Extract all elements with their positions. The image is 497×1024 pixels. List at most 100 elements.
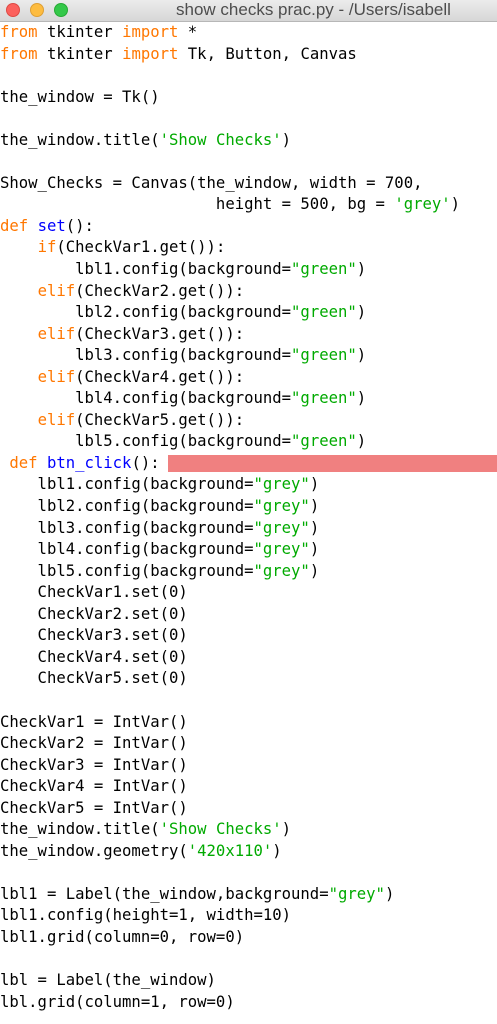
- code-token: ): [281, 130, 292, 149]
- code-line[interactable]: [0, 108, 497, 130]
- code-line[interactable]: CheckVar4.set(0): [0, 647, 497, 669]
- minimize-window-icon[interactable]: [30, 3, 44, 17]
- code-line[interactable]: lbl5.config(background="green"): [0, 431, 497, 453]
- code-token: (CheckVar1.get()):: [56, 238, 226, 257]
- code-token: the_window.title(: [0, 130, 160, 149]
- code-line[interactable]: CheckVar4 = IntVar(): [0, 776, 497, 798]
- code-line[interactable]: CheckVar1.set(0): [0, 582, 497, 604]
- maximize-window-icon[interactable]: [54, 3, 68, 17]
- code-token: "green": [291, 432, 357, 451]
- code-line[interactable]: lbl5.config(background="grey"): [0, 561, 497, 583]
- code-line[interactable]: [0, 949, 497, 971]
- code-token: lbl.grid(column=1, row=0): [0, 992, 235, 1011]
- code-line-text: lbl4.config(background="grey"): [0, 540, 320, 559]
- code-token: 'grey': [394, 195, 451, 214]
- code-line[interactable]: CheckVar2.set(0): [0, 604, 497, 626]
- code-line[interactable]: lbl.grid(column=1, row=0): [0, 992, 497, 1014]
- code-line[interactable]: [0, 151, 497, 173]
- code-line[interactable]: height = 500, bg = 'grey'): [0, 194, 497, 216]
- code-token: lbl = Label(the_window): [0, 971, 216, 990]
- code-token: CheckVar3.set(0): [0, 626, 188, 645]
- code-line[interactable]: CheckVar5 = IntVar(): [0, 798, 497, 820]
- code-line-text: from tkinter import *: [0, 23, 197, 41]
- code-line[interactable]: lbl1.config(background="grey"): [0, 474, 497, 496]
- code-line-text: the_window.title('Show Checks'): [0, 131, 291, 149]
- code-token: "grey": [253, 518, 310, 537]
- code-line[interactable]: lbl2.config(background="green"): [0, 302, 497, 324]
- code-line[interactable]: def btn_click():: [0, 453, 497, 475]
- code-line[interactable]: elif(CheckVar5.get()):: [0, 410, 497, 432]
- code-line[interactable]: lbl2.config(background="grey"): [0, 496, 497, 518]
- code-line[interactable]: Show_Checks = Canvas(the_window, width =…: [0, 173, 497, 195]
- code-token: lbl1.grid(column=0, row=0): [0, 927, 245, 946]
- code-token: "green": [291, 303, 357, 322]
- code-line[interactable]: from tkinter import Tk, Button, Canvas: [0, 44, 497, 66]
- code-token: ): [309, 497, 320, 516]
- code-line[interactable]: elif(CheckVar3.get()):: [0, 324, 497, 346]
- code-line[interactable]: if(CheckVar1.get()):: [0, 237, 497, 259]
- code-token: def: [9, 453, 38, 472]
- code-line[interactable]: CheckVar1 = IntVar(): [0, 712, 497, 734]
- code-token: ): [356, 260, 367, 279]
- code-line[interactable]: CheckVar2 = IntVar(): [0, 733, 497, 755]
- error-highlight: [168, 454, 497, 473]
- code-line[interactable]: from tkinter import *: [0, 22, 497, 44]
- code-line[interactable]: lbl1.config(height=1, width=10): [0, 905, 497, 927]
- code-line[interactable]: the_window = Tk(): [0, 87, 497, 109]
- code-line[interactable]: lbl3.config(background="green"): [0, 345, 497, 367]
- code-line[interactable]: CheckVar5.set(0): [0, 668, 497, 690]
- code-line[interactable]: the_window.geometry('420x110'): [0, 841, 497, 863]
- code-line[interactable]: lbl4.config(background="green"): [0, 388, 497, 410]
- code-line-text: lbl1.config(height=1, width=10): [0, 906, 291, 924]
- code-line[interactable]: [0, 862, 497, 884]
- code-token: lbl1.config(background=: [0, 260, 292, 279]
- code-token: Show_Checks = Canvas(the_window, width =…: [0, 173, 423, 192]
- code-line[interactable]: lbl1.config(background="green"): [0, 259, 497, 281]
- code-token: the_window.geometry(: [0, 841, 188, 860]
- code-token: ): [356, 303, 367, 322]
- code-line[interactable]: elif(CheckVar4.get()):: [0, 367, 497, 389]
- code-line-text: CheckVar4 = IntVar(): [0, 777, 188, 795]
- close-window-icon[interactable]: [6, 3, 20, 17]
- code-token: tkinter: [37, 23, 123, 41]
- code-line-text: if(CheckVar1.get()):: [0, 238, 226, 257]
- code-token: ): [356, 346, 367, 365]
- code-token: (CheckVar5.get()):: [75, 410, 245, 429]
- code-line[interactable]: lbl1.grid(column=0, row=0): [0, 927, 497, 949]
- code-editor[interactable]: from tkinter import * from tkinter import…: [0, 22, 497, 1024]
- window-title: show checks prac.py - /Users/isabell: [176, 0, 451, 19]
- code-line[interactable]: lbl4.config(background="grey"): [0, 539, 497, 561]
- code-token: from: [0, 23, 38, 41]
- code-line[interactable]: [0, 690, 497, 712]
- code-token: "green": [291, 260, 357, 279]
- code-line-text: elif(CheckVar3.get()):: [0, 325, 245, 343]
- code-token: "grey": [253, 561, 310, 580]
- code-line[interactable]: def set():: [0, 216, 497, 238]
- code-token: lbl2.config(background=: [0, 497, 254, 516]
- code-token: "grey": [253, 540, 310, 559]
- code-token: CheckVar5 = IntVar(): [0, 798, 188, 817]
- code-line[interactable]: lbl1 = Label(the_window,background="grey…: [0, 884, 497, 906]
- code-line-text: lbl2.config(background="green"): [0, 303, 366, 321]
- code-line-text: CheckVar2.set(0): [0, 605, 188, 623]
- code-line[interactable]: CheckVar3.set(0): [0, 625, 497, 647]
- code-line-text: CheckVar2 = IntVar(): [0, 734, 188, 752]
- code-token: set: [37, 216, 66, 235]
- code-line[interactable]: the_window.title('Show Checks'): [0, 819, 497, 841]
- code-line[interactable]: elif(CheckVar2.get()):: [0, 281, 497, 303]
- code-line-text: lbl1.grid(column=0, row=0): [0, 928, 244, 946]
- code-line[interactable]: [0, 65, 497, 87]
- code-line[interactable]: lbl3.config(background="grey"): [0, 518, 497, 540]
- code-token: "green": [291, 389, 357, 408]
- code-line-text: CheckVar5.set(0): [0, 669, 188, 687]
- code-token: btn_click: [46, 453, 132, 472]
- code-line[interactable]: lbl = Label(the_window): [0, 970, 497, 992]
- code-token: ): [309, 518, 320, 537]
- code-line-text: the_window = Tk(): [0, 88, 160, 106]
- code-line[interactable]: CheckVar3 = IntVar(): [0, 755, 497, 777]
- code-line[interactable]: the_window.title('Show Checks'): [0, 130, 497, 152]
